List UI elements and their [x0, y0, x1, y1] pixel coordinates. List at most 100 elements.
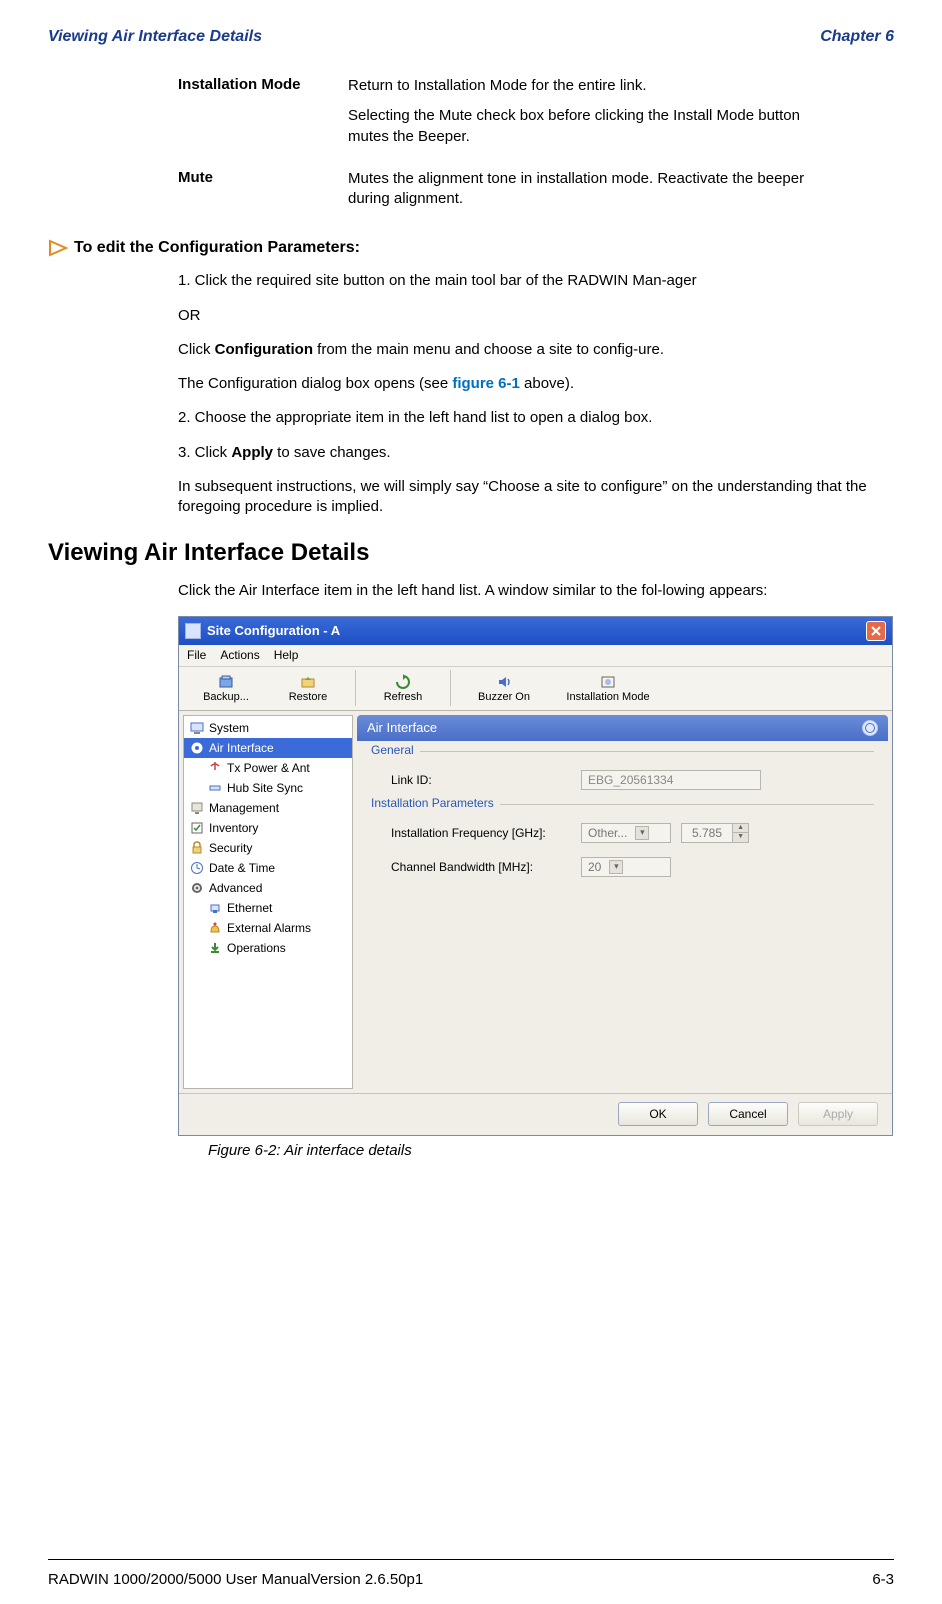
sidebar-item-label: Date & Time: [209, 861, 275, 875]
sidebar-item-management[interactable]: Management: [184, 798, 352, 818]
dropdown-value: 20: [588, 860, 601, 874]
toolbar-backup[interactable]: Backup...: [187, 668, 265, 708]
footer-right: 6-3: [872, 1571, 894, 1588]
bold-text: Configuration: [215, 341, 313, 358]
toolbar-refresh[interactable]: Refresh: [364, 668, 442, 708]
sidebar-item-label: External Alarms: [227, 921, 311, 935]
close-icon: [871, 626, 881, 636]
button-label: Cancel: [729, 1107, 766, 1121]
backup-icon: [218, 674, 234, 690]
sidebar-item-label: System: [209, 721, 249, 735]
link-id-label: Link ID:: [391, 773, 581, 787]
bold-text: Apply: [231, 444, 273, 461]
sidebar-item-date-time[interactable]: Date & Time: [184, 858, 352, 878]
install-freq-label: Installation Frequency [GHz]:: [391, 826, 581, 840]
sidebar-item-label: Inventory: [209, 821, 258, 835]
apply-button[interactable]: Apply: [798, 1102, 878, 1126]
group-install-params: Installation Parameters Installation Fre…: [371, 804, 874, 877]
sidebar-item-ethernet[interactable]: Ethernet: [184, 898, 352, 918]
sidebar: System Air Interface Tx Power & Ant Hub …: [183, 715, 353, 1089]
refresh-icon: [395, 674, 411, 690]
sidebar-item-tx-power[interactable]: Tx Power & Ant: [184, 758, 352, 778]
def-desc: Return to Installation Mode for the enti…: [348, 76, 828, 157]
system-icon: [190, 721, 204, 735]
sidebar-item-label: Advanced: [209, 881, 262, 895]
channel-bw-dropdown[interactable]: 20 ▾: [581, 857, 671, 877]
install-freq-spinner[interactable]: 5.785 ▲ ▼: [681, 823, 749, 843]
group-general: General Link ID: EBG_20561334: [371, 751, 874, 790]
sidebar-item-system[interactable]: System: [184, 718, 352, 738]
air-interface-icon: [190, 741, 204, 755]
sidebar-item-hub-site-sync[interactable]: Hub Site Sync: [184, 778, 352, 798]
site-config-dialog: Site Configuration - A File Actions Help…: [178, 616, 893, 1136]
sidebar-item-advanced[interactable]: Advanced: [184, 878, 352, 898]
figure-caption: Figure 6-2: Air interface details: [208, 1142, 894, 1159]
install-freq-dropdown[interactable]: Other... ▾: [581, 823, 671, 843]
step-or: OR: [178, 306, 898, 326]
toolbar-label: Restore: [289, 691, 328, 703]
chevron-down-icon: ▾: [609, 860, 623, 874]
sidebar-item-external-alarms[interactable]: External Alarms: [184, 918, 352, 938]
menu-actions[interactable]: Actions: [220, 648, 259, 662]
close-button[interactable]: [866, 621, 886, 641]
step-3: 3. Click Apply to save changes.: [178, 443, 898, 463]
section-intro-block: Click the Air Interface item in the left…: [178, 581, 898, 601]
step-1a: 1. Click the required site button on the…: [178, 271, 898, 291]
section-intro: Click the Air Interface item in the left…: [178, 581, 898, 601]
panel-title-bar: Air Interface: [357, 715, 888, 741]
menu-help[interactable]: Help: [274, 648, 299, 662]
closing-para: In subsequent instructions, we will simp…: [178, 477, 898, 518]
sidebar-item-inventory[interactable]: Inventory: [184, 818, 352, 838]
procedure-heading: To edit the Configuration Parameters:: [48, 239, 894, 257]
def-desc: Mutes the alignment tone in installation…: [348, 169, 828, 220]
def-row-installation-mode: Installation Mode Return to Installation…: [178, 76, 894, 157]
def-row-mute: Mute Mutes the alignment tone in install…: [178, 169, 894, 220]
procedure-body: 1. Click the required site button on the…: [178, 271, 898, 517]
sidebar-item-air-interface[interactable]: Air Interface: [184, 738, 352, 758]
spinner-value: 5.785: [682, 826, 732, 840]
arrow-icon: [48, 239, 70, 257]
dialog-button-bar: OK Cancel Apply: [179, 1093, 892, 1135]
spinner-up-icon[interactable]: ▲: [733, 824, 748, 833]
definitions-table: Installation Mode Return to Installation…: [178, 76, 894, 219]
advanced-icon: [190, 881, 204, 895]
spinner-down-icon[interactable]: ▼: [733, 833, 748, 842]
text: 3. Click: [178, 444, 231, 461]
figure-link[interactable]: figure 6-1: [452, 375, 520, 392]
toolbar-restore[interactable]: Restore: [269, 668, 347, 708]
ok-button[interactable]: OK: [618, 1102, 698, 1126]
content-area: System Air Interface Tx Power & Ant Hub …: [179, 711, 892, 1093]
def-term: Installation Mode: [178, 76, 348, 157]
sidebar-item-security[interactable]: Security: [184, 838, 352, 858]
management-icon: [190, 801, 204, 815]
row-link-id: Link ID: EBG_20561334: [391, 770, 874, 790]
toolbar-separator: [355, 670, 356, 706]
page-header: Viewing Air Interface Details Chapter 6: [48, 28, 894, 46]
sidebar-item-label: Security: [209, 841, 252, 855]
row-install-freq: Installation Frequency [GHz]: Other... ▾…: [391, 823, 874, 843]
toolbar-label: Refresh: [384, 691, 423, 703]
toolbar: Backup... Restore Refresh Buzzer On Inst…: [179, 667, 892, 711]
sidebar-item-label: Air Interface: [209, 741, 274, 755]
link-id-value: EBG_20561334: [588, 773, 673, 787]
group-label: General: [371, 743, 420, 757]
help-button[interactable]: [862, 720, 878, 736]
toolbar-buzzer[interactable]: Buzzer On: [459, 668, 549, 708]
text: Click: [178, 341, 215, 358]
button-label: Apply: [823, 1107, 853, 1121]
button-label: OK: [649, 1107, 666, 1121]
sidebar-item-label: Tx Power & Ant: [227, 761, 310, 775]
step-1c: The Configuration dialog box opens (see …: [178, 374, 898, 394]
step-2: 2. Choose the appropriate item in the le…: [178, 408, 898, 428]
text: The Configuration dialog box opens (see: [178, 375, 452, 392]
help-icon: [865, 723, 875, 733]
buzzer-icon: [496, 674, 512, 690]
menu-file[interactable]: File: [187, 648, 206, 662]
chevron-down-icon: ▾: [635, 826, 649, 840]
page-footer: RADWIN 1000/2000/5000 User ManualVersion…: [48, 1571, 894, 1588]
sidebar-item-operations[interactable]: Operations: [184, 938, 352, 958]
hub-sync-icon: [208, 781, 222, 795]
toolbar-install-mode[interactable]: Installation Mode: [553, 668, 663, 708]
sidebar-item-label: Management: [209, 801, 279, 815]
cancel-button[interactable]: Cancel: [708, 1102, 788, 1126]
